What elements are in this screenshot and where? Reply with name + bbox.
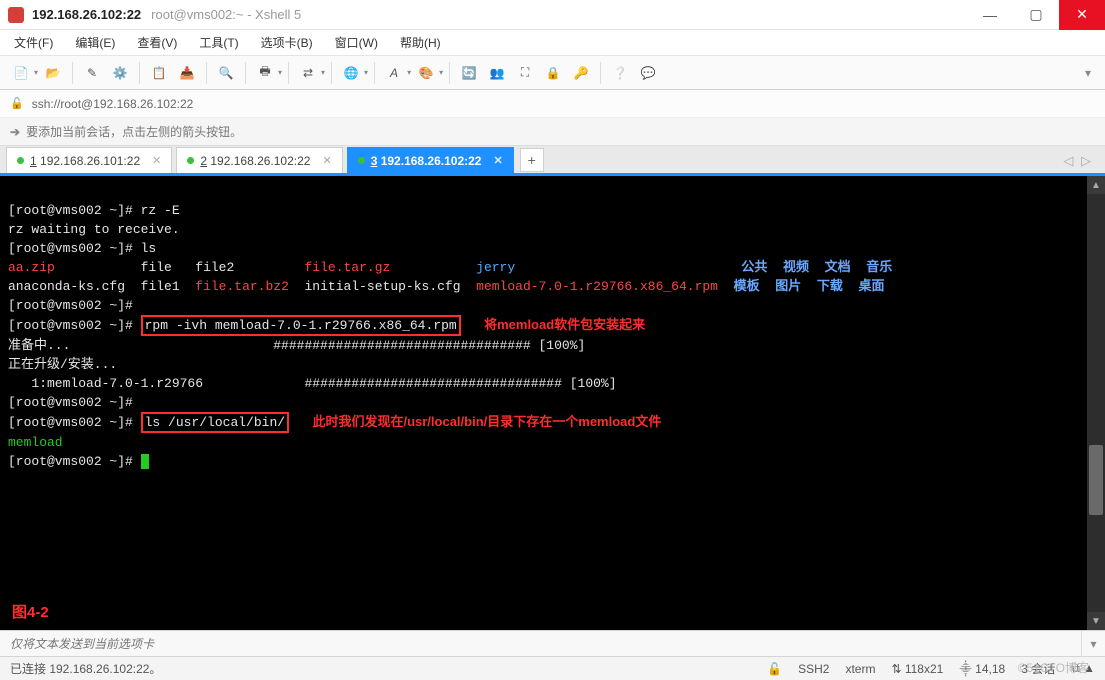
tab-close-icon[interactable]: ✕: [322, 154, 331, 167]
tab-nav-arrows[interactable]: ◁ ▷: [1063, 153, 1099, 173]
terminal-area: [root@vms002 ~]# rz -E rz waiting to rec…: [0, 176, 1105, 630]
status-size: ⇅ 118x21: [891, 662, 943, 676]
new-session-icon[interactable]: 📄: [8, 61, 34, 85]
figure-label: 图4-2: [12, 603, 49, 622]
globe-icon[interactable]: 🌐: [338, 61, 364, 85]
highlight-ls-cmd: ls /usr/local/bin/: [141, 412, 289, 433]
status-cursor: ⸎ 14,18: [959, 660, 1005, 677]
status-connection: 已连接 192.168.26.102:22。: [10, 660, 161, 677]
highlight-rpm-cmd: rpm -ivh memload-7.0-1.r29766.x86_64.rpm: [141, 315, 461, 336]
title-bar: 192.168.26.102:22 root@vms002:~ - Xshell…: [0, 0, 1105, 30]
scroll-track[interactable]: [1087, 194, 1105, 612]
status-bar: 已连接 192.168.26.102:22。 🔓 SSH2 xterm ⇅ 11…: [0, 656, 1105, 680]
tab-close-icon[interactable]: ✕: [152, 154, 161, 167]
minimize-button[interactable]: —: [967, 0, 1013, 30]
tab-1[interactable]: 1 192.168.26.101:22 ✕: [6, 147, 172, 173]
tab-3-active[interactable]: 3 192.168.26.102:22 ✕: [347, 147, 514, 173]
tab-2[interactable]: 2 192.168.26.102:22 ✕: [176, 147, 342, 173]
chat-icon[interactable]: 💬: [635, 61, 661, 85]
term-line: [root@vms002 ~]# ls: [8, 241, 156, 256]
term-line: [root@vms002 ~]# rz -E: [8, 203, 180, 218]
tab-close-icon[interactable]: ✕: [493, 154, 502, 167]
term-line: [root@vms002 ~]#: [8, 454, 149, 469]
term-line: [root@vms002 ~]#: [8, 298, 141, 313]
close-button[interactable]: ✕: [1059, 0, 1105, 30]
term-line: 准备中... #################################…: [8, 338, 585, 353]
copy-icon[interactable]: 📋: [146, 61, 172, 85]
annotation-2: 此时我们发现在/usr/local/bin/目录下存在一个memload文件: [312, 414, 661, 429]
users-icon[interactable]: 👥: [484, 61, 510, 85]
send-dropdown-icon[interactable]: ▾: [1081, 631, 1105, 656]
terminal-scrollbar[interactable]: ▲ ▼: [1087, 176, 1105, 630]
menu-file[interactable]: 文件(F): [10, 32, 57, 53]
status-proto: SSH2: [798, 662, 829, 676]
address-bar: 🔓 ssh://root@192.168.26.102:22: [0, 90, 1105, 118]
scroll-thumb[interactable]: [1089, 445, 1103, 515]
menu-bar: 文件(F) 编辑(E) 查看(V) 工具(T) 选项卡(B) 窗口(W) 帮助(…: [0, 30, 1105, 56]
hint-arrow-icon[interactable]: ➔: [10, 125, 20, 139]
scroll-up-icon[interactable]: ▲: [1087, 176, 1105, 194]
status-net-icon: ⧉ ▲: [1071, 661, 1095, 676]
paste-icon[interactable]: 📥: [174, 61, 200, 85]
annotation-1: 将memload软件包安装起来: [484, 317, 645, 332]
window-title-sub: root@vms002:~ - Xshell 5: [151, 7, 301, 22]
status-sessions: 3 会话: [1021, 660, 1055, 677]
hint-bar: ➔ 要添加当前会话，点击左侧的箭头按钮。: [0, 118, 1105, 146]
window-title-main: 192.168.26.102:22: [32, 7, 141, 22]
term-line: memload: [8, 435, 63, 450]
term-line: [root@vms002 ~]# rpm -ivh memload-7.0-1.…: [8, 318, 645, 333]
term-line: aa.zip file file2 file.tar.gz jerry 公共 视…: [8, 260, 892, 275]
window-controls: — ▢ ✕: [967, 0, 1105, 30]
term-line: [root@vms002 ~]# ls /usr/local/bin/ 此时我们…: [8, 415, 661, 430]
palette-icon[interactable]: 🎨: [413, 61, 439, 85]
term-line: rz waiting to receive.: [8, 222, 180, 237]
menu-help[interactable]: 帮助(H): [396, 32, 445, 53]
address-url[interactable]: ssh://root@192.168.26.102:22: [32, 97, 194, 111]
print-icon[interactable]: 🖶: [252, 61, 278, 85]
maximize-button[interactable]: ▢: [1013, 0, 1059, 30]
help-icon[interactable]: ❔: [607, 61, 633, 85]
address-lock-icon: 🔓: [10, 97, 24, 110]
send-input[interactable]: [0, 637, 1081, 651]
status-termtype: xterm: [845, 662, 875, 676]
properties-icon[interactable]: ⚙️: [107, 61, 133, 85]
sync-icon[interactable]: 🔄: [456, 61, 482, 85]
tab-add-button[interactable]: +: [520, 148, 544, 172]
open-folder-icon[interactable]: 📂: [40, 61, 66, 85]
lock-icon[interactable]: 🔒: [540, 61, 566, 85]
status-dot-icon: [17, 157, 24, 164]
term-line: 1:memload-7.0-1.r29766 #################…: [8, 376, 617, 391]
status-dot-icon: [358, 157, 365, 164]
hint-text: 要添加当前会话，点击左侧的箭头按钮。: [26, 123, 242, 140]
scroll-down-icon[interactable]: ▼: [1087, 612, 1105, 630]
menu-view[interactable]: 查看(V): [133, 32, 181, 53]
transfer-icon[interactable]: ⇄: [295, 61, 321, 85]
font-icon[interactable]: A: [381, 61, 407, 85]
terminal[interactable]: [root@vms002 ~]# rz -E rz waiting to rec…: [0, 176, 1087, 630]
app-icon: [8, 7, 24, 23]
compose-icon[interactable]: ✎: [79, 61, 105, 85]
toolbar: 📄▾ 📂 ✎ ⚙️ 📋 📥 🔍 🖶▾ ⇄▾ 🌐▾ A▾ 🎨▾ 🔄 👥 ⛶ 🔒 🔑…: [0, 56, 1105, 90]
keys-icon[interactable]: 🔑: [568, 61, 594, 85]
status-dot-icon: [187, 157, 194, 164]
tab-strip: 1 192.168.26.101:22 ✕ 2 192.168.26.102:2…: [0, 146, 1105, 176]
term-line: 正在升级/安装...: [8, 357, 117, 372]
status-lock-icon: 🔓: [767, 662, 782, 676]
find-icon[interactable]: 🔍: [213, 61, 239, 85]
menu-window[interactable]: 窗口(W): [331, 32, 382, 53]
term-line: anaconda-ks.cfg file1 file.tar.bz2 initi…: [8, 279, 884, 294]
send-bar: ▾: [0, 630, 1105, 656]
menu-tools[interactable]: 工具(T): [195, 32, 242, 53]
menu-tabs[interactable]: 选项卡(B): [257, 32, 317, 53]
cursor: [141, 454, 149, 469]
fullscreen-icon[interactable]: ⛶: [512, 61, 538, 85]
toolbar-overflow-icon[interactable]: ▾: [1079, 66, 1097, 80]
menu-edit[interactable]: 编辑(E): [71, 32, 119, 53]
term-line: [root@vms002 ~]#: [8, 395, 141, 410]
